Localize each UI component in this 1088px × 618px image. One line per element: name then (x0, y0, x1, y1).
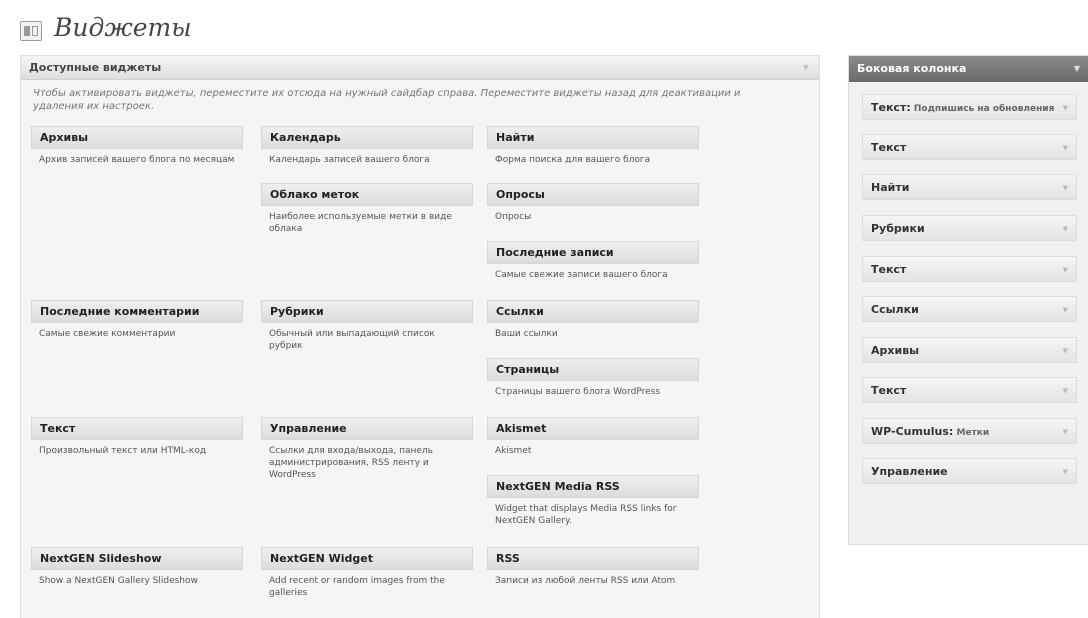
sidebar-widget[interactable]: Управление ▼ (862, 458, 1077, 484)
sidebar-widget[interactable]: Архивы ▼ (862, 337, 1077, 363)
widget-recent-posts[interactable]: Последние записи Самые свежие записи ваш… (487, 241, 699, 281)
widget-meta[interactable]: Управление Ссылки для входа/выхода, пане… (261, 417, 473, 481)
widgets-icon (20, 21, 42, 41)
sidebar-widget[interactable]: Текст ▼ (862, 134, 1077, 160)
sidebar-widget-title: Ссылки (871, 303, 919, 316)
widget-title[interactable]: Текст (31, 417, 243, 440)
sidebar-widget-title: Найти (871, 181, 910, 194)
widget-title[interactable]: NextGEN Widget (261, 547, 473, 570)
widget-description: Страницы вашего блога WordPress (495, 387, 661, 397)
widget-description: Самые свежие записи вашего блога (495, 270, 668, 280)
widget-rss[interactable]: RSS Записи из любой ленты RSS или Atom (487, 547, 699, 587)
sidebar-widget[interactable]: Рубрики ▼ (862, 215, 1077, 241)
sidebar-widget[interactable]: WP-Cumulus: Метки ▼ (862, 418, 1077, 444)
widget-description: Архив записей вашего блога по месяцам (39, 155, 235, 165)
widget-title[interactable]: Облако меток (261, 183, 473, 206)
widget-description: Записи из любой ленты RSS или Atom (495, 576, 676, 586)
widget-description: Akismet (495, 446, 532, 456)
sidebar-widget[interactable]: Ссылки ▼ (862, 296, 1077, 322)
sidebar-widget[interactable]: Текст ▼ (862, 256, 1077, 282)
available-widgets-description: Чтобы активировать виджеты, переместите … (33, 88, 741, 112)
widget-title[interactable]: Рубрики (261, 300, 473, 323)
widget-text[interactable]: Текст Произвольный текст или HTML-код (31, 417, 243, 457)
widget-description: Опросы (495, 212, 532, 222)
triangle-down-icon[interactable]: ▼ (1063, 225, 1068, 233)
widget-description: Обычный или выпадающий список рубрик (269, 329, 435, 351)
widget-description: Ссылки для входа/выхода, панель админист… (269, 446, 433, 480)
sidebar-widget-title: Архивы (871, 344, 920, 357)
widget-polls[interactable]: Опросы Опросы (487, 183, 699, 223)
widget-calendar[interactable]: Календарь Календарь записей вашего блога (261, 126, 473, 166)
widget-archives[interactable]: Архивы Архив записей вашего блога по мес… (31, 126, 243, 166)
sidebar-area-title: Боковая колонка (857, 62, 967, 75)
widget-recent-comments[interactable]: Последние комментарии Самые свежие комме… (31, 300, 243, 340)
widget-categories[interactable]: Рубрики Обычный или выпадающий список ру… (261, 300, 473, 352)
widget-description: Произвольный текст или HTML-код (39, 446, 207, 456)
widget-description: Ваши ссылки (495, 329, 558, 339)
sidebar-widget-title: Рубрики (871, 222, 925, 235)
widget-title[interactable]: NextGEN Slideshow (31, 547, 243, 570)
triangle-down-icon[interactable]: ▼ (803, 63, 809, 72)
triangle-down-icon[interactable]: ▼ (1063, 184, 1068, 192)
widget-description: Календарь записей вашего блога (269, 155, 430, 165)
sidebar-widget-title: Текст (871, 141, 907, 154)
sidebar-widget-title: Текст (871, 384, 907, 397)
sidebar-widget[interactable]: Текст: Подпишись на обновления ▼ (862, 94, 1077, 120)
sidebar-area-header[interactable]: Боковая колонка ▼ (849, 56, 1088, 82)
widget-akismet[interactable]: Akismet Akismet (487, 417, 699, 457)
sidebar-widget-subtitle: Подпишись на обновления (910, 104, 1055, 114)
widget-title[interactable]: Найти (487, 126, 699, 149)
widget-title[interactable]: Страницы (487, 358, 699, 381)
sidebar-widget-title: WP-Cumulus: (871, 425, 954, 438)
sidebar-widget-title: Текст (871, 263, 907, 276)
available-widgets-header[interactable]: Доступные виджеты ▼ (21, 56, 819, 80)
sidebar-widget-title: Управление (871, 465, 948, 478)
widget-nextgen-slideshow[interactable]: NextGEN Slideshow Show a NextGEN Gallery… (31, 547, 243, 587)
triangle-down-icon[interactable]: ▼ (1063, 347, 1068, 355)
sidebar-area: Боковая колонка ▼ Текст: Подпишись на об… (848, 55, 1088, 545)
widget-nextgen-widget[interactable]: NextGEN Widget Add recent or random imag… (261, 547, 473, 599)
widget-title[interactable]: Календарь (261, 126, 473, 149)
widget-description: Widget that displays Media RSS links for… (495, 504, 677, 526)
widget-title[interactable]: Управление (261, 417, 473, 440)
triangle-down-icon[interactable]: ▼ (1063, 468, 1068, 476)
widget-title[interactable]: Последние комментарии (31, 300, 243, 323)
widget-links[interactable]: Ссылки Ваши ссылки (487, 300, 699, 340)
sidebar-widget-subtitle: Метки (953, 428, 990, 438)
available-widgets-panel: Доступные виджеты ▼ Чтобы активировать в… (20, 55, 820, 618)
triangle-down-icon[interactable]: ▼ (1074, 64, 1080, 73)
widget-tag-cloud[interactable]: Облако меток Наиболее используемые метки… (261, 183, 473, 235)
widget-title[interactable]: Akismet (487, 417, 699, 440)
triangle-down-icon[interactable]: ▼ (1063, 144, 1068, 152)
sidebar-widget[interactable]: Найти ▼ (862, 174, 1077, 200)
widget-description: Форма поиска для вашего блога (495, 155, 651, 165)
widget-search[interactable]: Найти Форма поиска для вашего блога (487, 126, 699, 166)
triangle-down-icon[interactable]: ▼ (1063, 266, 1068, 274)
triangle-down-icon[interactable]: ▼ (1063, 428, 1068, 436)
widget-title[interactable]: Архивы (31, 126, 243, 149)
triangle-down-icon[interactable]: ▼ (1063, 104, 1068, 112)
widget-description: Add recent or random images from the gal… (269, 576, 445, 598)
widget-description: Show a NextGEN Gallery Slideshow (39, 576, 198, 586)
triangle-down-icon[interactable]: ▼ (1063, 306, 1068, 314)
widget-title[interactable]: NextGEN Media RSS (487, 475, 699, 498)
widget-title[interactable]: Ссылки (487, 300, 699, 323)
widget-title[interactable]: Опросы (487, 183, 699, 206)
available-widgets-title: Доступные виджеты (29, 61, 162, 74)
widget-description: Самые свежие комментарии (39, 329, 176, 339)
page-title: Виджеты (54, 13, 192, 42)
widget-nextgen-media-rss[interactable]: NextGEN Media RSS Widget that displays M… (487, 475, 699, 527)
widget-title[interactable]: RSS (487, 547, 699, 570)
widget-title[interactable]: Последние записи (487, 241, 699, 264)
widget-description: Наиболее используемые метки в виде облак… (269, 212, 452, 234)
sidebar-widget[interactable]: Текст ▼ (862, 377, 1077, 403)
sidebar-widget-title: Текст: (871, 101, 911, 114)
triangle-down-icon[interactable]: ▼ (1063, 387, 1068, 395)
widget-pages[interactable]: Страницы Страницы вашего блога WordPress (487, 358, 699, 398)
